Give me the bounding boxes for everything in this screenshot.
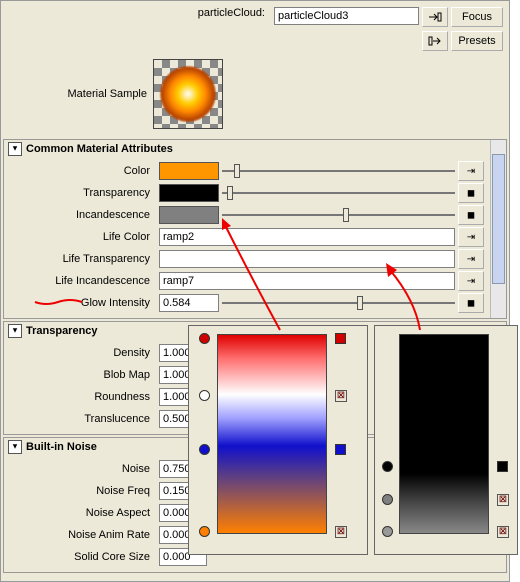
transparency-label: Transparency [6, 187, 156, 199]
incand-label: Incandescence [6, 209, 156, 221]
node-name-label: particleCloud: [151, 7, 271, 27]
ramp-stop[interactable] [382, 494, 393, 505]
section-title: Common Material Attributes [26, 143, 173, 155]
solid-core-label: Solid Core Size [6, 551, 156, 563]
material-sample-label: Material Sample [3, 88, 153, 100]
ramp-stop[interactable] [199, 444, 210, 455]
translucence-label: Translucence [6, 413, 156, 425]
section-common-material: ▾ Common Material Attributes Color ⇥ Trans… [3, 139, 507, 319]
color-label: Color [6, 165, 156, 177]
life-color-connect-icon[interactable]: ⇥ [458, 227, 484, 247]
collapse-toggle[interactable]: ▾ [8, 324, 22, 338]
node-name-input[interactable] [274, 7, 419, 25]
ramp-editor-color: ⊠ ⊠ [188, 325, 368, 555]
incand-slider[interactable] [222, 206, 455, 224]
noise-freq-label: Noise Freq [6, 485, 156, 497]
round-label: Roundness [6, 391, 156, 403]
transparency-slider[interactable] [222, 184, 455, 202]
glow-label: Glow Intensity [6, 297, 156, 309]
section-scrollbar[interactable] [490, 140, 506, 318]
collapse-toggle[interactable]: ▾ [8, 440, 22, 454]
incand-swatch[interactable] [159, 206, 219, 224]
ramp-stop[interactable] [199, 333, 210, 344]
ramp-delete-icon[interactable]: ⊠ [497, 494, 509, 506]
life-color-input[interactable] [159, 228, 455, 246]
section-title: Transparency [26, 325, 98, 337]
ramp-editor-black: ⊠ ⊠ [374, 325, 518, 555]
ramp-delete-icon[interactable]: ⊠ [335, 390, 347, 402]
color-swatch[interactable] [159, 162, 219, 180]
noise-anim-label: Noise Anim Rate [6, 529, 156, 541]
focus-button[interactable]: Focus [451, 7, 503, 27]
ramp-stop[interactable] [382, 461, 393, 472]
blob-label: Blob Map [6, 369, 156, 381]
noise-label: Noise [6, 463, 156, 475]
glow-slider[interactable] [222, 294, 455, 312]
ramp-gradient[interactable] [217, 334, 327, 534]
noise-aspect-label: Noise Aspect [6, 507, 156, 519]
sample-glow-sphere [160, 66, 216, 122]
life-trans-connect-icon[interactable]: ⇥ [458, 249, 484, 269]
ramp-stop[interactable] [199, 526, 210, 537]
ramp-stop-box[interactable] [497, 461, 508, 472]
life-color-label: Life Color [6, 231, 156, 243]
goto-input-icon[interactable] [422, 7, 448, 27]
incand-connect-icon[interactable]: ◼ [458, 205, 484, 225]
transparency-swatch[interactable] [159, 184, 219, 202]
collapse-toggle[interactable]: ▾ [8, 142, 22, 156]
ramp-stop-box[interactable] [335, 333, 346, 344]
material-sample-swatch [153, 59, 223, 129]
color-slider[interactable] [222, 162, 455, 180]
section-title: Built-in Noise [26, 441, 97, 453]
life-trans-label: Life Transparency [6, 253, 156, 265]
ramp-delete-icon[interactable]: ⊠ [497, 526, 509, 538]
ramp-stop[interactable] [199, 390, 210, 401]
transparency-connect-icon[interactable]: ◼ [458, 183, 484, 203]
ramp-delete-icon[interactable]: ⊠ [335, 526, 347, 538]
life-incand-label: Life Incandescence [6, 275, 156, 287]
ramp-stop-box[interactable] [335, 444, 346, 455]
life-incand-input[interactable] [159, 272, 455, 290]
presets-button[interactable]: Presets [451, 31, 503, 51]
glow-connect-icon[interactable]: ◼ [458, 293, 484, 313]
life-incand-connect-icon[interactable]: ⇥ [458, 271, 484, 291]
color-connect-icon[interactable]: ⇥ [458, 161, 484, 181]
goto-output-icon[interactable] [422, 31, 448, 51]
ramp-gradient[interactable] [399, 334, 489, 534]
density-label: Density [6, 347, 156, 359]
ramp-stop[interactable] [382, 526, 393, 537]
glow-input[interactable] [159, 294, 219, 312]
life-trans-input[interactable] [159, 250, 455, 268]
